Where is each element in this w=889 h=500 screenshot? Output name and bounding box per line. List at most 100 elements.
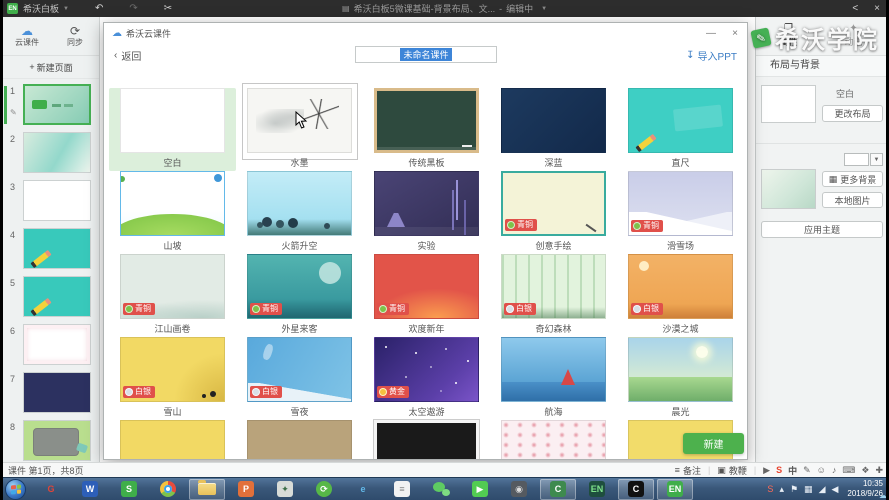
slide-item[interactable]: 1 ✎ — [3, 81, 99, 129]
volume-icon[interactable]: ◀ — [831, 484, 838, 495]
skin-icon[interactable]: ✚ — [875, 465, 883, 476]
tab-animation[interactable]: ✦ 动画 — [821, 17, 886, 55]
slide-thumbnail[interactable] — [23, 276, 91, 317]
app-g-taskbar-button[interactable]: G — [33, 479, 69, 500]
slide-item[interactable]: 8 — [3, 417, 99, 462]
template-thumbnail[interactable]: 白银 — [628, 254, 733, 319]
template-thumbnail[interactable] — [501, 337, 606, 402]
wps-presentation-taskbar-button[interactable]: P — [228, 479, 264, 500]
template-thumbnail[interactable] — [374, 171, 479, 236]
template-item[interactable]: 直尺 — [617, 88, 744, 171]
template-item[interactable]: 水墨 — [236, 88, 363, 171]
template-thumbnail[interactable] — [120, 420, 225, 460]
sogou-tray-icon[interactable]: S — [767, 484, 773, 494]
display-icon[interactable]: ▦ — [804, 484, 813, 495]
template-item[interactable]: 黄金 太空遨游 — [363, 337, 490, 420]
wechat-taskbar-button[interactable] — [423, 479, 459, 500]
slide-thumbnail[interactable] — [23, 180, 91, 221]
template-item[interactable]: 白银 雪夜 — [236, 337, 363, 420]
template-thumbnail[interactable]: 白银 — [120, 337, 225, 402]
camtasia-taskbar-button[interactable]: C — [540, 479, 576, 500]
slide-item[interactable]: 4 — [3, 225, 99, 273]
slide-item[interactable]: 5 — [3, 273, 99, 321]
notes-button[interactable]: ≡ 备注 — [675, 464, 701, 477]
evernote-taskbar-button[interactable]: ✦ — [267, 479, 303, 500]
network-icon[interactable]: ◢ — [819, 484, 826, 495]
show-hidden-icons[interactable]: ▴ — [779, 484, 784, 495]
emoji-icon[interactable]: ☺ — [817, 465, 826, 475]
template-item[interactable]: 青铜 创意手绘 — [490, 171, 617, 254]
keyboard-icon[interactable]: ⌨ — [842, 465, 855, 476]
slide-thumbnail[interactable] — [23, 372, 91, 413]
courseware-name-input[interactable]: 未命名课件 — [355, 46, 497, 63]
dialog-minimize-button[interactable]: — — [699, 28, 723, 39]
more-backgrounds-button[interactable]: ▦ 更多背景 — [822, 171, 883, 187]
layout-preview[interactable] — [761, 85, 816, 123]
template-thumbnail[interactable] — [501, 420, 606, 460]
camera-app-taskbar-button[interactable]: ◉ — [501, 479, 537, 500]
window-close-icon[interactable]: × — [874, 3, 880, 14]
template-item[interactable]: 深蓝 — [490, 88, 617, 171]
template-thumbnail[interactable] — [374, 88, 479, 153]
cut-icon[interactable]: ✂ — [164, 3, 172, 14]
easinote-taskbar-button[interactable]: EN — [579, 479, 615, 500]
template-item[interactable]: 火箭升空 — [236, 171, 363, 254]
template-item[interactable] — [236, 420, 363, 460]
sync-app-taskbar-button[interactable]: ⟳ — [306, 479, 342, 500]
change-layout-button[interactable]: 更改布局 — [822, 105, 883, 122]
background-preview[interactable] — [761, 169, 816, 209]
template-thumbnail[interactable] — [628, 88, 733, 153]
template-item[interactable] — [490, 420, 617, 460]
template-item[interactable]: 白银 雪山 — [109, 337, 236, 420]
video-app-taskbar-button[interactable]: ▶ — [462, 479, 498, 500]
taskbar-clock[interactable]: 10:35 2018/9/26 — [847, 479, 883, 498]
template-item[interactable]: 山坡 — [109, 171, 236, 254]
start-button[interactable] — [5, 479, 26, 500]
dialog-close-button[interactable]: × — [723, 28, 747, 39]
template-thumbnail[interactable] — [120, 88, 225, 153]
template-item[interactable]: 实验 — [363, 171, 490, 254]
template-thumbnail[interactable]: 青铜 — [120, 254, 225, 319]
flag-icon[interactable]: ⚑ — [790, 484, 798, 495]
slide-item[interactable]: 3 — [3, 177, 99, 225]
slide-item[interactable]: 7 — [3, 369, 99, 417]
template-thumbnail[interactable] — [247, 171, 352, 236]
recorder-taskbar-button[interactable]: C — [618, 479, 654, 500]
toolbox-icon[interactable]: ❖ — [861, 465, 869, 476]
template-item[interactable]: 航海 — [490, 337, 617, 420]
template-thumbnail[interactable] — [628, 337, 733, 402]
template-thumbnail[interactable] — [374, 420, 479, 460]
new-page-button[interactable]: + 新建页面 — [3, 56, 99, 79]
share-icon[interactable]: < — [852, 3, 858, 14]
handwrite-icon[interactable]: ✎ — [803, 465, 811, 476]
cloud-courseware-button[interactable]: ☁ 云课件 — [3, 17, 51, 55]
back-button[interactable]: ‹ 返回 — [114, 48, 141, 63]
template-item[interactable]: 青铜 欢度新年 — [363, 254, 490, 337]
tab-properties[interactable]: ❐ 属性 — [756, 17, 821, 55]
template-item[interactable]: 传统黑板 — [363, 88, 490, 171]
mic-icon[interactable]: ♪ — [832, 465, 837, 475]
slide-thumbnail[interactable] — [23, 324, 91, 365]
pointer-button[interactable]: ▣ 教鞭 — [717, 464, 747, 477]
wps-writer-taskbar-button[interactable]: W — [72, 479, 108, 500]
template-item[interactable]: 白银 奇幻森林 — [490, 254, 617, 337]
color-dropdown-icon[interactable]: ▼ — [870, 153, 883, 166]
template-thumbnail[interactable]: 青铜 — [501, 171, 606, 236]
template-thumbnail[interactable] — [247, 420, 352, 460]
template-thumbnail[interactable]: 白银 — [501, 254, 606, 319]
redo-icon[interactable]: ↷ — [129, 3, 137, 14]
template-item[interactable]: 空白 — [109, 88, 236, 171]
easinote-cloud-taskbar-button[interactable]: EN ☁ — [657, 479, 693, 500]
slide-thumbnail[interactable] — [23, 84, 91, 125]
slide-thumbnail[interactable] — [23, 132, 91, 173]
template-item[interactable]: 晨光 — [617, 337, 744, 420]
slide-item[interactable]: 2 — [3, 129, 99, 177]
template-item[interactable] — [109, 420, 236, 460]
template-thumbnail[interactable]: 青铜 — [247, 254, 352, 319]
template-thumbnail[interactable]: 白银 — [247, 337, 352, 402]
import-ppt-button[interactable]: ↧ 导入PPT — [686, 48, 737, 63]
undo-icon[interactable]: ↶ — [95, 3, 103, 14]
background-color-swatch[interactable] — [844, 153, 869, 166]
template-item[interactable] — [363, 420, 490, 460]
app-s-taskbar-button[interactable]: S — [111, 479, 147, 500]
